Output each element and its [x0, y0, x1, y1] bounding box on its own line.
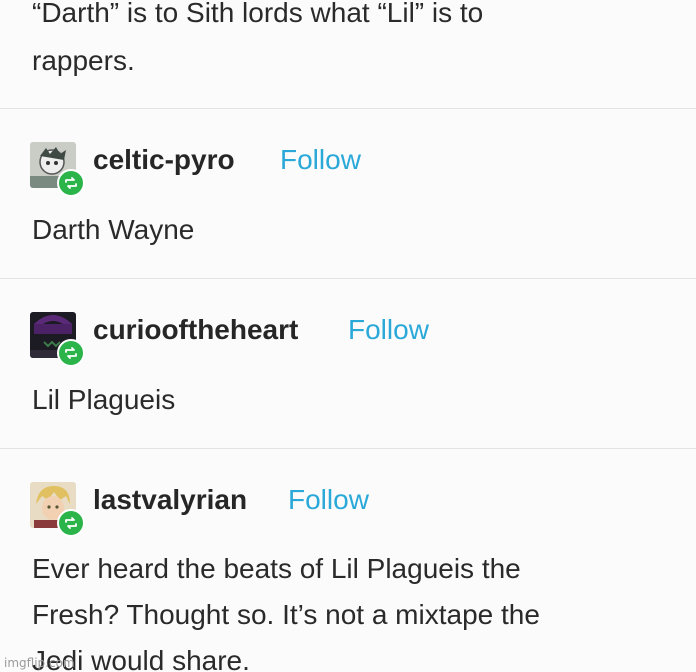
reblog-text: Lil Plagueis [32, 384, 176, 415]
reblog-header: celtic-pyro Follow [30, 142, 670, 197]
username[interactable]: curiooftheheart [93, 314, 298, 346]
watermark: imgflip.com [4, 656, 75, 670]
tumblr-post-screenshot: “Darth” is to Sith lords what “Lil” is t… [0, 0, 696, 672]
username[interactable]: lastvalyrian [93, 484, 247, 516]
op-text-line-2: rappers. [32, 45, 135, 76]
follow-button[interactable]: Follow [348, 314, 429, 346]
op-text-line-1: “Darth” is to Sith lords what “Lil” is t… [32, 0, 484, 28]
reblog-entry: lastvalyrian Follow Ever heard the beats… [0, 449, 696, 672]
reblog-entry: curiooftheheart Follow Lil Plagueis [0, 279, 696, 449]
reblog-header: lastvalyrian Follow [30, 482, 670, 537]
reblog-icon [57, 169, 85, 197]
follow-button[interactable]: Follow [280, 144, 361, 176]
op-post: “Darth” is to Sith lords what “Lil” is t… [0, 0, 696, 109]
reblog-text-line-2: Fresh? Thought so. It’s not a mixtape th… [32, 599, 540, 630]
reblog-entry: celtic-pyro Follow Darth Wayne [0, 109, 696, 279]
follow-button[interactable]: Follow [288, 484, 369, 516]
reblog-icon [57, 339, 85, 367]
reblog-icon [57, 509, 85, 537]
reblog-header: curiooftheheart Follow [30, 312, 670, 367]
reblog-text: Darth Wayne [32, 214, 195, 245]
username[interactable]: celtic-pyro [93, 144, 235, 176]
reblog-text-line-1: Ever heard the beats of Lil Plagueis the [32, 553, 521, 584]
